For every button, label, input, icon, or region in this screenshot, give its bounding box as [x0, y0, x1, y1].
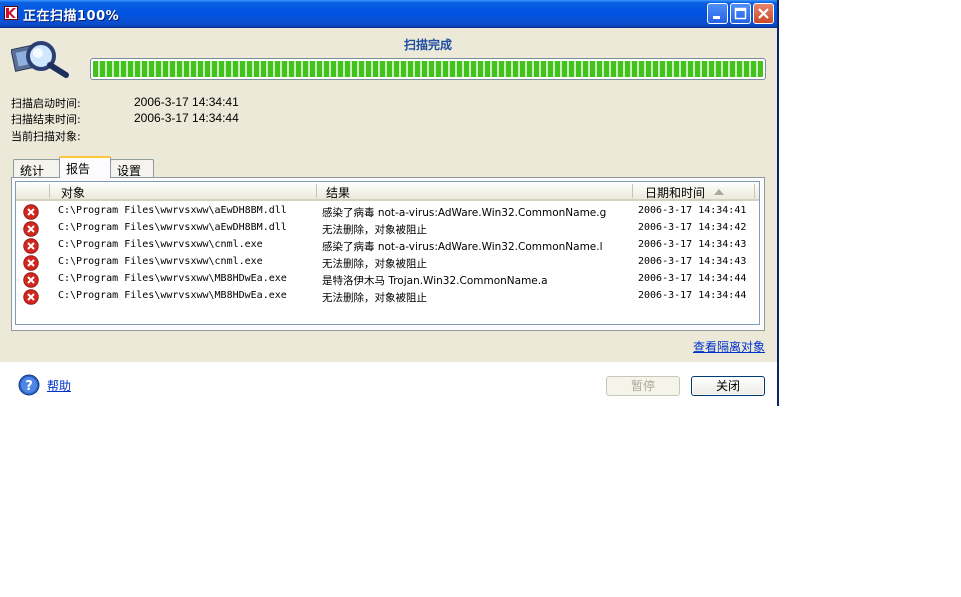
- row-datetime: 2006-3-17 14:34:42: [638, 222, 747, 233]
- row-result: 无法删除，对象被阻止: [322, 224, 427, 236]
- error-x-icon: [23, 238, 39, 254]
- title-bar[interactable]: 正在扫描100%: [0, 0, 777, 28]
- minimize-icon: [713, 16, 720, 19]
- scan-start-label: 扫描启动时间:: [11, 97, 81, 110]
- column-divider: [754, 184, 755, 198]
- window-title: 正在扫描100%: [23, 9, 120, 24]
- scan-end-value: 2006-3-17 14:34:44: [134, 111, 239, 125]
- close-button[interactable]: 关闭: [691, 376, 765, 396]
- row-object: C:\Program Files\wwrvsxww\aEwDH8BM.dll: [58, 222, 287, 233]
- close-icon: [758, 8, 769, 19]
- row-object: C:\Program Files\wwrvsxww\cnml.exe: [58, 239, 263, 250]
- table-row[interactable]: C:\Program Files\wwrvsxww\cnml.exe 感染了病毒…: [16, 237, 759, 254]
- view-quarantine-link[interactable]: 查看隔离对象: [693, 338, 765, 355]
- kaspersky-app-icon: [4, 6, 18, 20]
- table-row[interactable]: C:\Program Files\wwrvsxww\aEwDH8BM.dll 感…: [16, 203, 759, 220]
- row-datetime: 2006-3-17 14:34:43: [638, 239, 747, 250]
- scan-progress-bar: [90, 58, 766, 80]
- column-header-object[interactable]: 对象: [61, 184, 85, 201]
- tab-statistics[interactable]: 统计: [13, 159, 60, 178]
- tab-settings[interactable]: 设置: [110, 159, 154, 178]
- minimize-button[interactable]: [707, 3, 728, 24]
- scan-end-label: 扫描结束时间:: [11, 113, 81, 126]
- column-header-result[interactable]: 结果: [326, 184, 350, 201]
- sort-ascending-icon: [714, 189, 724, 195]
- tab-report[interactable]: 报告: [59, 156, 111, 178]
- close-window-button[interactable]: [753, 3, 774, 24]
- error-x-icon: [23, 272, 39, 288]
- row-object: C:\Program Files\wwrvsxww\cnml.exe: [58, 256, 263, 267]
- row-object: C:\Program Files\wwrvsxww\MB8HDwEa.exe: [58, 273, 287, 284]
- error-x-icon: [23, 204, 39, 220]
- scan-window: 正在扫描100% 扫描完成 扫描启动时间: 2006-3-17 14:34:41…: [0, 0, 779, 406]
- maximize-button[interactable]: [730, 3, 751, 24]
- row-result: 无法删除，对象被阻止: [322, 292, 427, 304]
- row-datetime: 2006-3-17 14:34:43: [638, 256, 747, 267]
- column-divider: [316, 184, 317, 198]
- row-datetime: 2006-3-17 14:34:44: [638, 273, 747, 284]
- table-row[interactable]: C:\Program Files\wwrvsxww\MB8HDwEa.exe 是…: [16, 271, 759, 288]
- row-result: 无法删除，对象被阻止: [322, 258, 427, 270]
- row-datetime: 2006-3-17 14:34:44: [638, 290, 747, 301]
- help-link[interactable]: 帮助: [47, 377, 71, 394]
- table-row[interactable]: C:\Program Files\wwrvsxww\MB8HDwEa.exe 无…: [16, 288, 759, 305]
- error-x-icon: [23, 255, 39, 271]
- row-object: C:\Program Files\wwrvsxww\MB8HDwEa.exe: [58, 290, 287, 301]
- row-object: C:\Program Files\wwrvsxww\aEwDH8BM.dll: [58, 205, 287, 216]
- list-header: 对象 结果 日期和时间: [16, 182, 759, 201]
- maximize-icon: [734, 7, 747, 20]
- row-result: 感染了病毒 not-a-virus:AdWare.Win32.CommonNam…: [322, 241, 603, 253]
- column-divider: [49, 184, 50, 198]
- row-datetime: 2006-3-17 14:34:41: [638, 205, 747, 216]
- magnifier-scan-icon: [10, 37, 71, 81]
- current-object-label: 当前扫描对象:: [11, 130, 81, 143]
- table-row[interactable]: C:\Program Files\wwrvsxww\cnml.exe 无法删除，…: [16, 254, 759, 271]
- row-result: 感染了病毒 not-a-virus:AdWare.Win32.CommonNam…: [322, 207, 607, 219]
- column-divider: [632, 184, 633, 198]
- progress-fill: [93, 61, 763, 77]
- error-x-icon: [23, 221, 39, 237]
- error-x-icon: [23, 289, 39, 305]
- pause-button[interactable]: 暂停: [606, 376, 680, 396]
- report-list[interactable]: 对象 结果 日期和时间 C:\Program Files\wwrvsxww\aE…: [15, 181, 760, 325]
- table-row[interactable]: C:\Program Files\wwrvsxww\aEwDH8BM.dll 无…: [16, 220, 759, 237]
- column-header-datetime[interactable]: 日期和时间: [645, 184, 705, 201]
- svg-text:?: ?: [25, 379, 33, 394]
- scan-start-value: 2006-3-17 14:34:41: [134, 95, 239, 109]
- help-question-icon[interactable]: ?: [18, 374, 40, 396]
- scan-status-text: 扫描完成: [403, 38, 452, 52]
- row-result: 是特洛伊木马 Trojan.Win32.CommonName.a: [322, 275, 548, 287]
